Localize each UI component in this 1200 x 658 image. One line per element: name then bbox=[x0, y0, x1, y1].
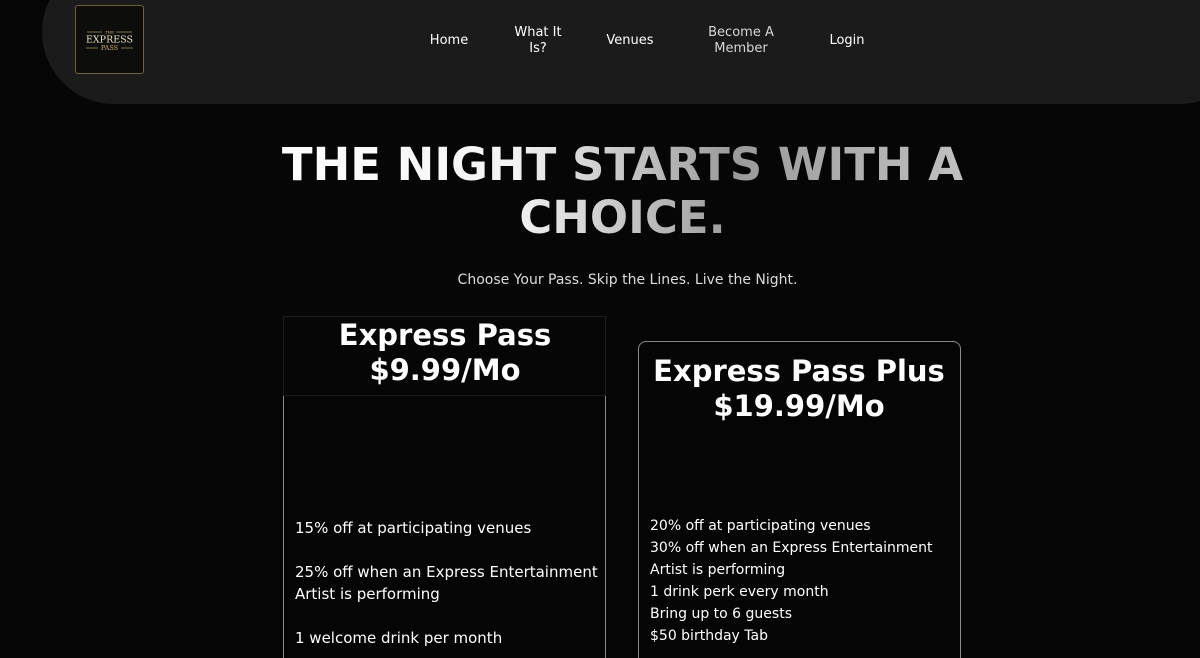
hero-title: THE NIGHT STARTS WITH A CHOICE. bbox=[250, 138, 995, 244]
feature-item: 15% off at participating venues bbox=[295, 519, 532, 537]
plan-name: Express Pass Plus bbox=[653, 354, 945, 388]
page: THE EXPRESS PASS Home What It Is? Venues… bbox=[0, 0, 1200, 658]
plan-price: $9.99/Mo bbox=[369, 353, 521, 387]
header-bar bbox=[42, 0, 1200, 104]
nav-home-label: Home bbox=[429, 33, 469, 48]
logo-graphic: THE EXPRESS PASS bbox=[86, 30, 133, 53]
hero-subtitle: Choose Your Pass. Skip the Lines. Live t… bbox=[457, 272, 798, 288]
express-pass-logo[interactable]: THE EXPRESS PASS bbox=[75, 5, 144, 74]
feature-item: 30% off when an Express Entertainment Ar… bbox=[650, 540, 933, 578]
plan-features-express-pass-plus: 20% off at participating venues 30% off … bbox=[650, 515, 960, 647]
hero-title-line2: CHOICE. bbox=[519, 191, 726, 244]
feature-item: 1 drink perk every month bbox=[650, 584, 829, 600]
plan-title-express-pass: Express Pass $9.99/Mo bbox=[285, 318, 605, 388]
nav-member-label-line2: Member bbox=[714, 41, 768, 56]
plan-name: Express Pass bbox=[338, 318, 552, 352]
plan-price: $19.99/Mo bbox=[713, 389, 885, 423]
nav-login-label: Login bbox=[829, 33, 865, 48]
nav-member-label-line1: Become A bbox=[708, 25, 774, 40]
nav-what-it-is[interactable]: What It Is? bbox=[510, 25, 566, 57]
logo-text-pass: PASS bbox=[101, 44, 118, 52]
hero-title-line1: THE NIGHT STARTS WITH A bbox=[281, 138, 964, 191]
feature-item: 20% off at participating venues bbox=[650, 518, 871, 534]
feature-item: 1 welcome drink per month bbox=[295, 629, 503, 647]
feature-item: $50 birthday Tab bbox=[650, 628, 768, 644]
feature-item: Bring up to 6 guests bbox=[650, 606, 792, 622]
nav-what-label-line2: Is? bbox=[529, 41, 547, 56]
nav-what-label-line1: What It bbox=[514, 25, 562, 40]
nav-become-a-member[interactable]: Become A Member bbox=[700, 25, 782, 57]
nav-login[interactable]: Login bbox=[822, 33, 872, 49]
nav-venues[interactable]: Venues bbox=[602, 33, 658, 49]
plan-features-express-pass: 15% off at participating venues 25% off … bbox=[295, 517, 600, 658]
nav-venues-label: Venues bbox=[606, 33, 654, 48]
feature-item: 25% off when an Express Entertainment Ar… bbox=[295, 563, 598, 603]
plan-title-express-pass-plus: Express Pass Plus $19.99/Mo bbox=[640, 354, 958, 424]
nav-home[interactable]: Home bbox=[425, 33, 473, 49]
